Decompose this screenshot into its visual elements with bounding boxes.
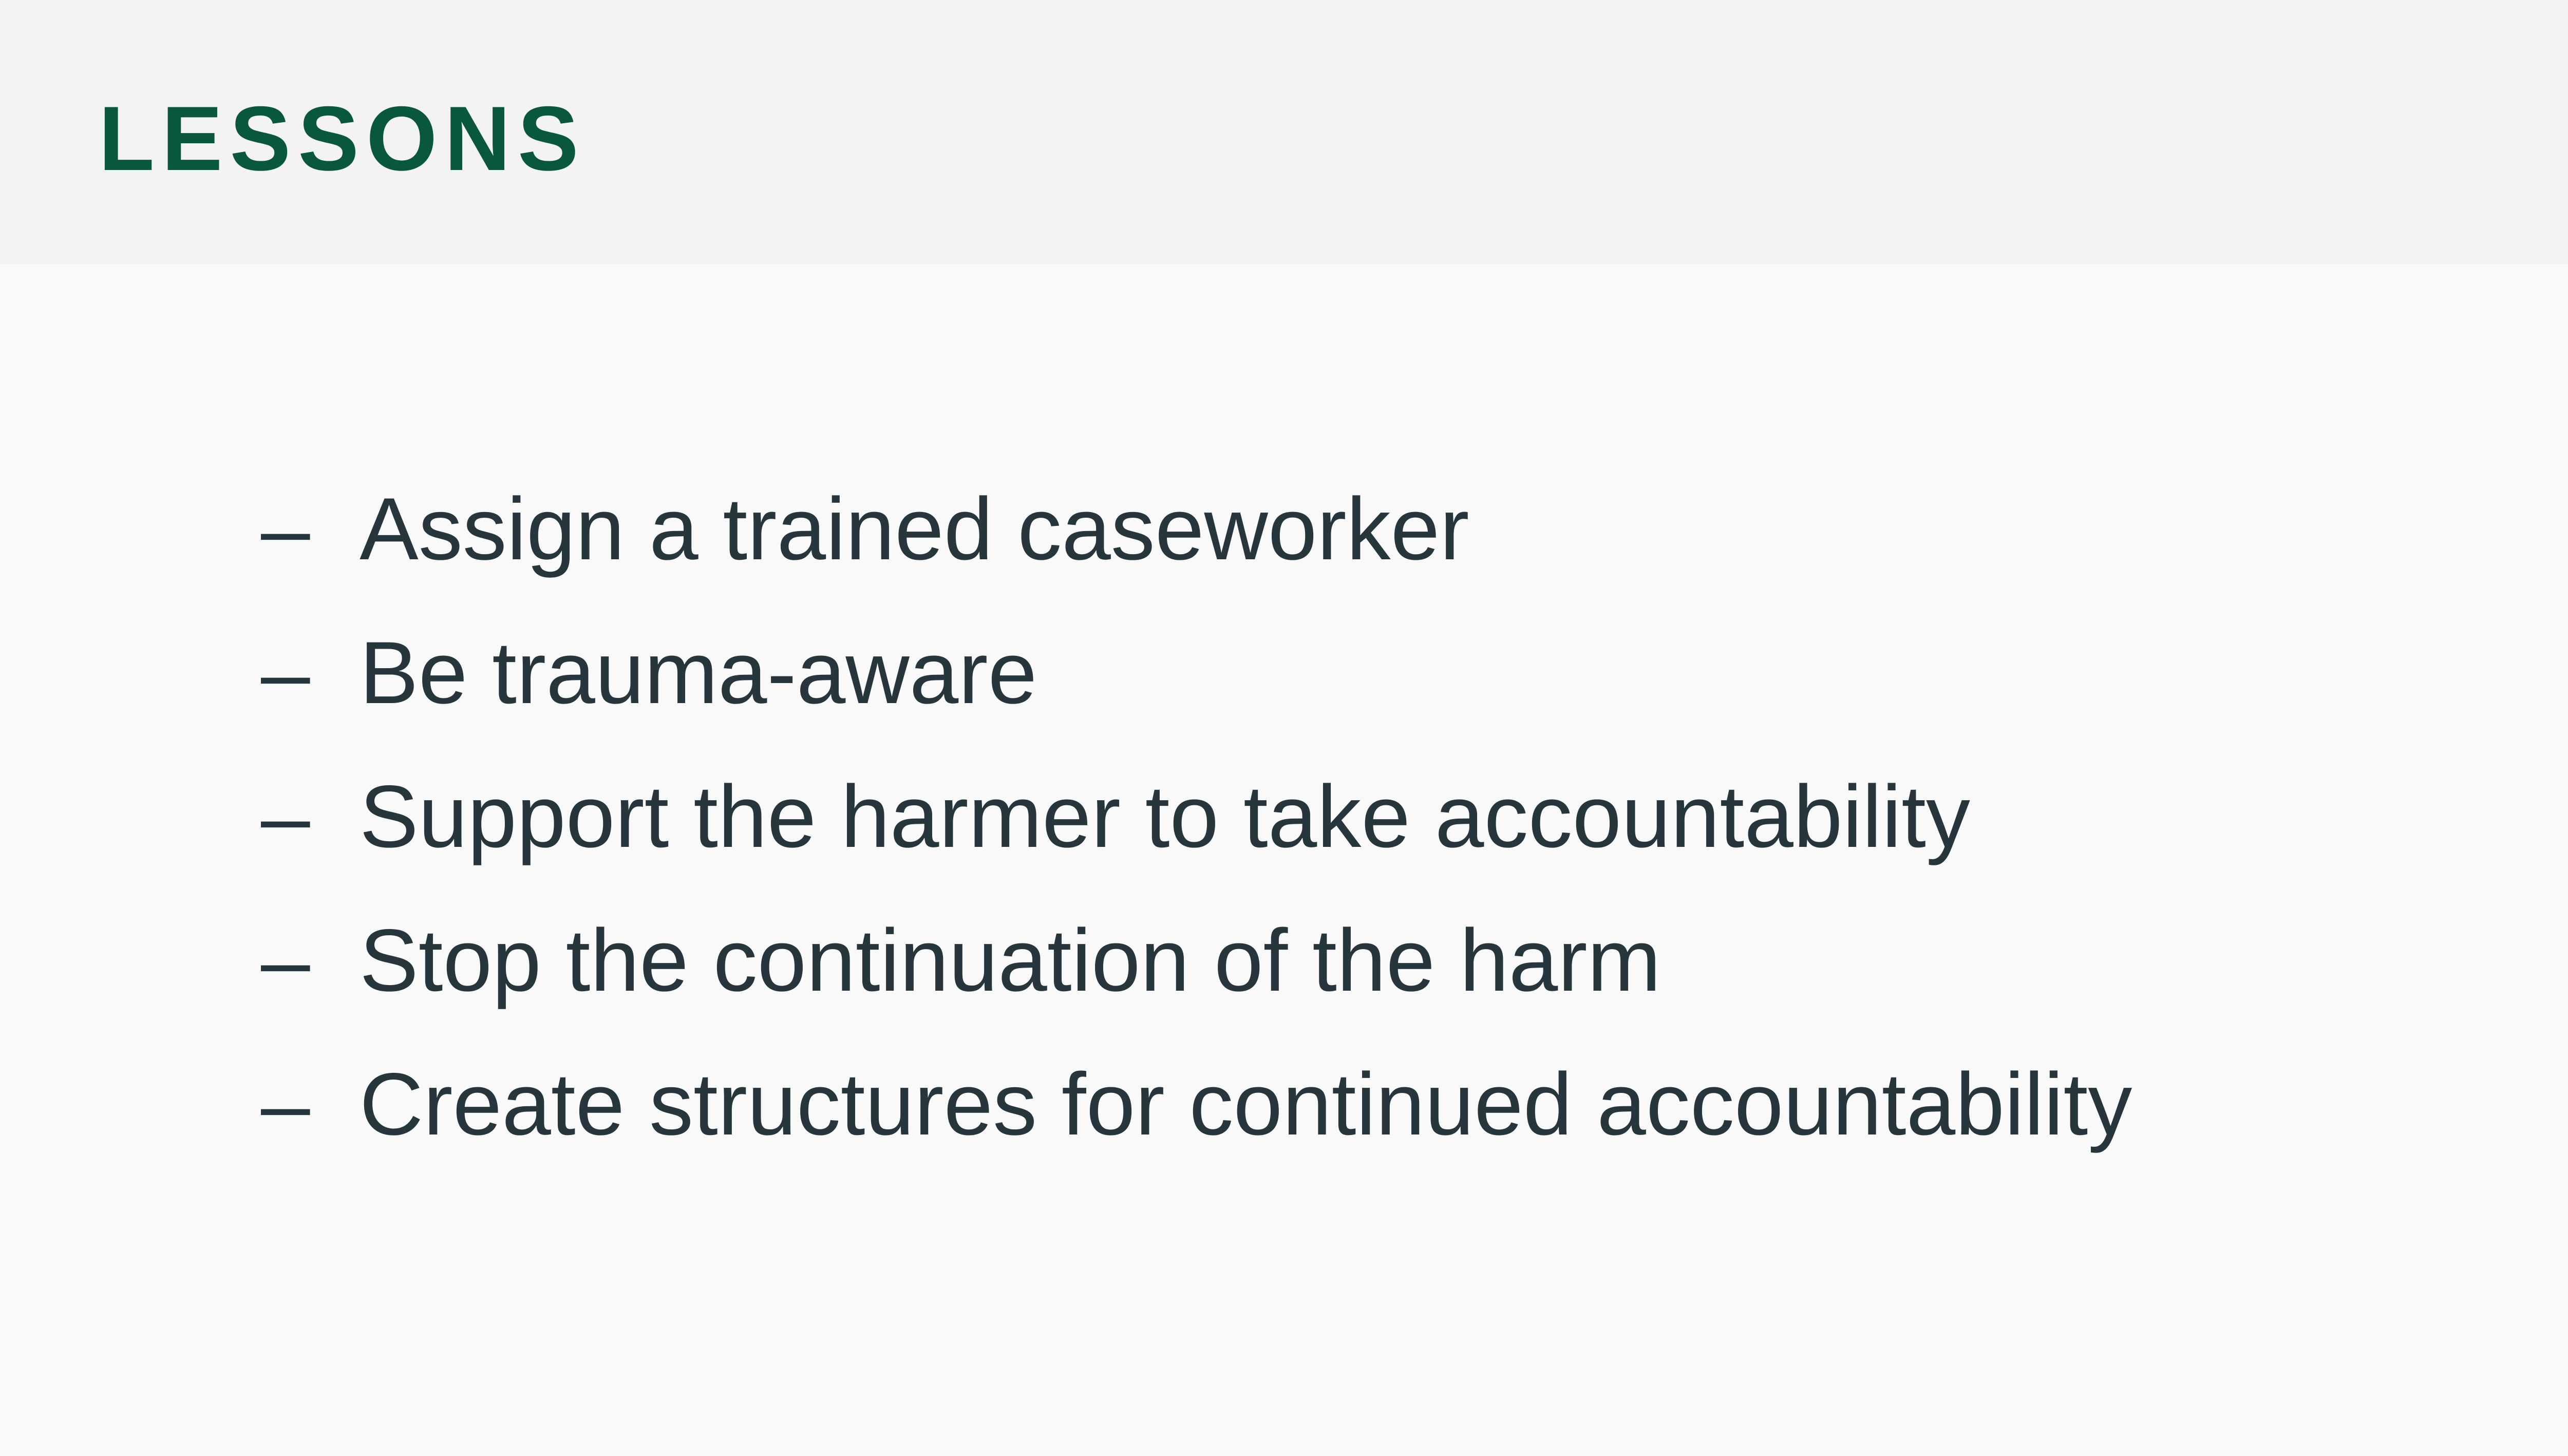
slide-title: LESSONS <box>99 87 586 190</box>
dash-marker: – <box>261 623 310 722</box>
list-item-text: Create structures for continued accounta… <box>360 1055 2132 1154</box>
bullet-list: – Assign a trained caseworker – Be traum… <box>261 472 2132 1192</box>
dash-marker: – <box>261 911 310 1010</box>
list-item-text: Support the harmer to take accountabilit… <box>360 767 1970 866</box>
dash-marker: – <box>261 480 310 578</box>
list-item: – Assign a trained caseworker <box>261 472 2132 616</box>
dash-marker: – <box>261 767 310 866</box>
list-item: – Support the harmer to take accountabil… <box>261 760 2132 904</box>
list-item: – Be trauma-aware <box>261 616 2132 760</box>
list-item-text: Be trauma-aware <box>360 623 1037 722</box>
list-item-text: Assign a trained caseworker <box>360 480 1469 578</box>
list-item: – Create structures for continued accoun… <box>261 1048 2132 1192</box>
slide: LESSONS – Assign a trained caseworker – … <box>0 0 2568 1456</box>
header-band: LESSONS <box>0 0 2568 264</box>
list-item: – Stop the continuation of the harm <box>261 904 2132 1048</box>
dash-marker: – <box>261 1055 310 1154</box>
list-item-text: Stop the continuation of the harm <box>360 911 1661 1010</box>
